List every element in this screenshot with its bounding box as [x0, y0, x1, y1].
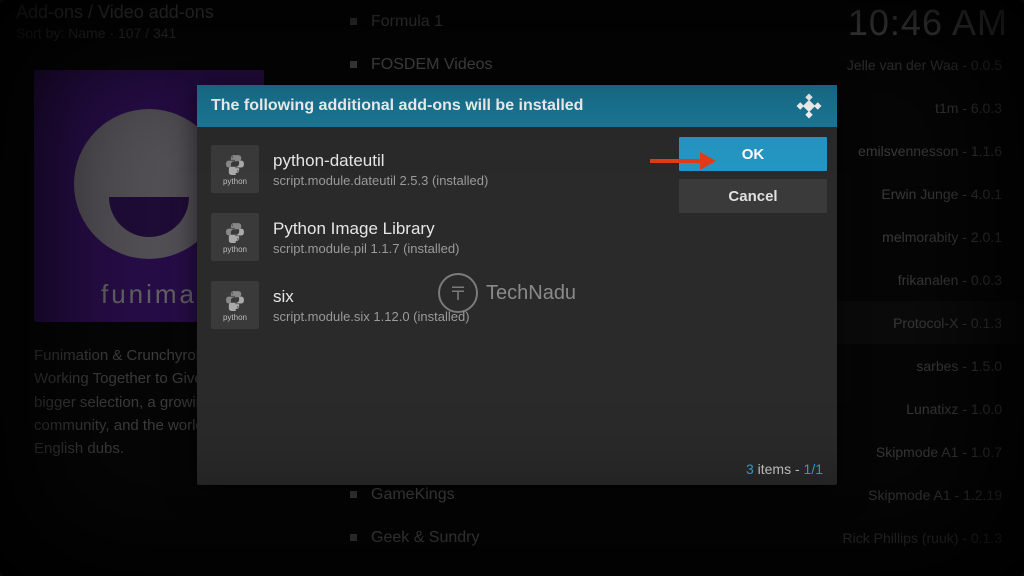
dialog-buttons: OK Cancel: [679, 127, 837, 485]
dependency-list[interactable]: python python-dateutil script.module.dateu…: [197, 127, 679, 485]
dialog-footer: 3 items - 1/1: [746, 461, 823, 477]
dependency-name: python-dateutil: [273, 151, 488, 171]
items-label: items -: [754, 461, 804, 477]
dependency-sub: script.module.pil 1.1.7 (installed): [273, 241, 459, 256]
dependency-item[interactable]: python python-dateutil script.module.dateu…: [205, 135, 675, 203]
dependency-item[interactable]: python six script.module.six 1.12.0 (insta…: [205, 271, 675, 339]
install-deps-dialog: The following additional add-ons will be…: [197, 85, 837, 485]
python-icon: python: [211, 213, 259, 261]
dialog-body: python python-dateutil script.module.dateu…: [197, 127, 837, 485]
page-indicator: 1/1: [804, 461, 823, 477]
dependency-sub: script.module.dateutil 2.5.3 (installed): [273, 173, 488, 188]
dialog-header: The following additional add-ons will be…: [197, 85, 837, 127]
dependency-item[interactable]: python Python Image Library script.module.…: [205, 203, 675, 271]
cancel-button[interactable]: Cancel: [679, 179, 827, 213]
app-root: Formula 1FOSDEM VideosJelle van der Waa …: [0, 0, 1024, 576]
dependency-sub: script.module.six 1.12.0 (installed): [273, 309, 470, 324]
dependency-name: six: [273, 287, 470, 307]
dialog-title: The following additional add-ons will be…: [211, 97, 583, 115]
ok-button[interactable]: OK: [679, 137, 827, 171]
kodi-logo-icon: [795, 92, 823, 120]
dependency-name: Python Image Library: [273, 219, 459, 239]
item-count: 3: [746, 461, 754, 477]
python-icon: python: [211, 145, 259, 193]
python-icon: python: [211, 281, 259, 329]
